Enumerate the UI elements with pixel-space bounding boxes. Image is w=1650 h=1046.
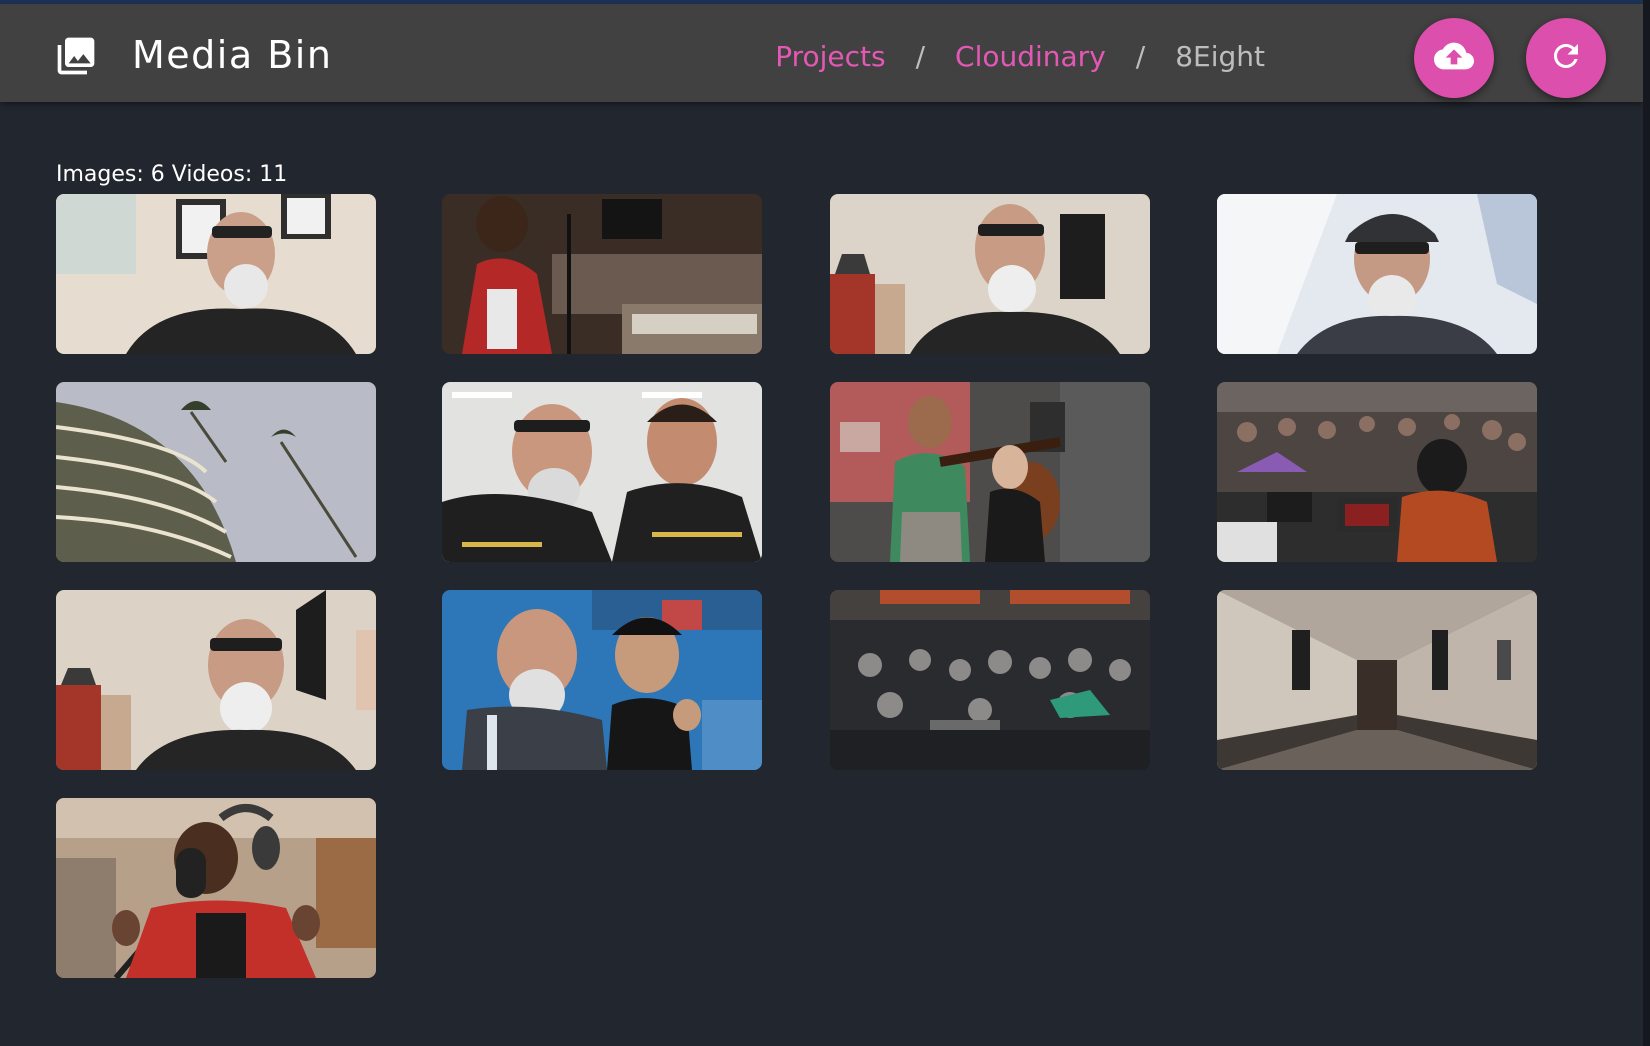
- media-thumbnail[interactable]: [56, 798, 376, 978]
- breadcrumb: Projects / Cloudinary / 8Eight: [775, 32, 1265, 82]
- photo-library-icon: [54, 34, 98, 78]
- media-thumbnail[interactable]: [442, 382, 762, 562]
- breadcrumb-cloudinary[interactable]: Cloudinary: [955, 32, 1106, 82]
- media-counts: Images: 6 Videos: 11: [56, 162, 288, 187]
- scrollbar-track: [1643, 0, 1650, 1046]
- media-thumbnail[interactable]: [830, 194, 1150, 354]
- media-thumbnail[interactable]: [56, 194, 376, 354]
- breadcrumb-separator: /: [1135, 40, 1146, 73]
- media-thumbnail[interactable]: [1217, 590, 1537, 770]
- media-thumbnail[interactable]: [1217, 194, 1537, 354]
- refresh-icon: [1548, 38, 1584, 78]
- media-thumbnail[interactable]: [56, 382, 376, 562]
- cloud-upload-icon: [1434, 36, 1474, 80]
- media-thumbnail[interactable]: [442, 590, 762, 770]
- media-thumbnail[interactable]: [830, 590, 1150, 770]
- breadcrumb-projects[interactable]: Projects: [775, 32, 885, 82]
- app-title: Media Bin: [132, 33, 333, 77]
- refresh-button[interactable]: [1526, 18, 1606, 98]
- upload-button[interactable]: [1414, 18, 1494, 98]
- media-thumbnail[interactable]: [830, 382, 1150, 562]
- app-bar: Media Bin Projects / Cloudinary / 8Eight: [0, 4, 1643, 102]
- breadcrumb-separator: /: [915, 40, 926, 73]
- media-thumbnail[interactable]: [56, 590, 376, 770]
- media-thumbnail[interactable]: [442, 194, 762, 354]
- breadcrumb-current: 8Eight: [1175, 40, 1265, 73]
- media-thumbnail[interactable]: [1217, 382, 1537, 562]
